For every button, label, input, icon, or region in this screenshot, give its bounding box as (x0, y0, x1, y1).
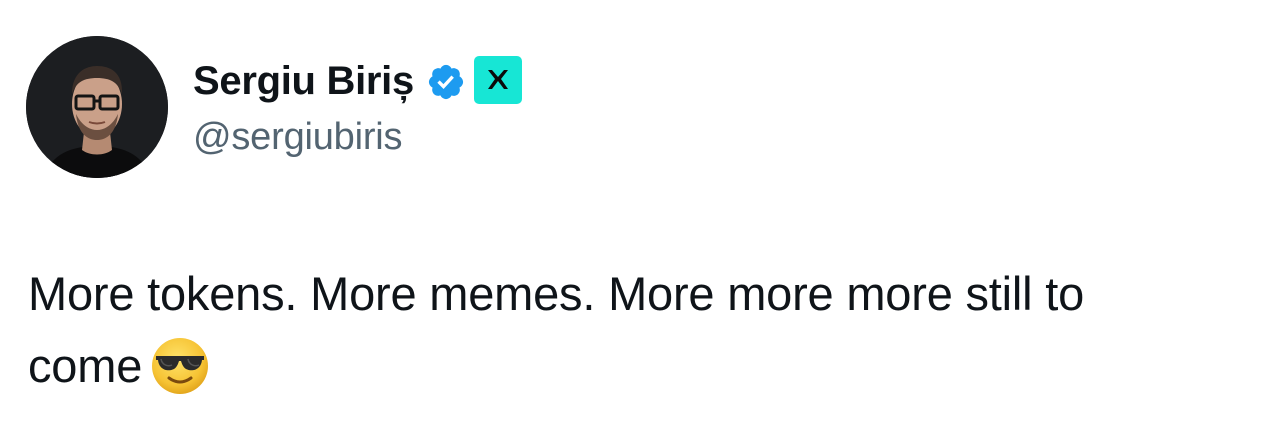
verified-checkmark-icon[interactable] (426, 62, 466, 102)
user-handle[interactable]: @sergiubiris (193, 116, 522, 159)
x-logo-icon[interactable] (473, 55, 522, 104)
tweet-header: Sergiu Biriș @sergiubiris (26, 36, 522, 178)
tweet-text: More tokens. More memes. More more more … (28, 258, 1258, 402)
tweet-text-line-1: More tokens. More memes. More more more … (28, 267, 1085, 320)
tweet-card: Sergiu Biriș @sergiubiris More tokens. M… (0, 0, 1280, 432)
display-name[interactable]: Sergiu Biriș (193, 59, 414, 104)
smiling-face-with-sunglasses-icon (150, 336, 210, 396)
name-row: Sergiu Biriș (193, 55, 522, 108)
author-names: Sergiu Biriș @sergiubiris (193, 55, 522, 159)
avatar[interactable] (26, 36, 168, 178)
tweet-text-line-2: come (28, 339, 143, 392)
